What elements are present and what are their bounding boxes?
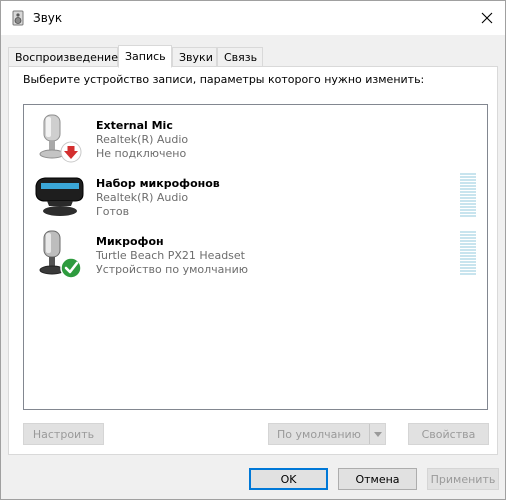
tab-panel-recording: Выберите устройство записи, параметры ко… bbox=[8, 66, 498, 455]
list-item[interactable]: Микрофон Turtle Beach PX21 Headset Устро… bbox=[24, 226, 487, 282]
cancel-button[interactable]: Отмена bbox=[338, 468, 417, 490]
device-status: Готов bbox=[96, 205, 130, 218]
device-driver: Realtek(R) Audio bbox=[96, 133, 189, 146]
apply-button[interactable]: Применить bbox=[427, 468, 499, 490]
device-name: Микрофон bbox=[96, 235, 164, 248]
device-status: Не подключено bbox=[96, 147, 187, 160]
properties-button[interactable]: Свойства bbox=[408, 423, 489, 445]
sound-dialog: Звук Воспроизведение Запись Звуки Связь … bbox=[0, 0, 506, 500]
list-item[interactable]: External Mic Realtek(R) Audio Не подключ… bbox=[24, 110, 487, 166]
level-meter bbox=[460, 173, 476, 217]
disconnected-arrow-icon bbox=[60, 141, 82, 163]
default-checkmark-icon bbox=[60, 257, 82, 279]
level-meter bbox=[460, 231, 476, 275]
ok-button[interactable]: OK bbox=[249, 468, 328, 490]
tab-sounds[interactable]: Звуки bbox=[172, 47, 217, 67]
tab-recording[interactable]: Запись bbox=[118, 45, 172, 68]
close-button[interactable] bbox=[469, 1, 505, 35]
chevron-down-icon bbox=[373, 431, 382, 437]
tab-playback[interactable]: Воспроизведение bbox=[8, 47, 118, 67]
tab-strip: Воспроизведение Запись Звуки Связь bbox=[8, 45, 498, 68]
microphone-icon bbox=[39, 230, 82, 279]
device-name: Набор микрофонов bbox=[96, 177, 220, 190]
title-bar: Звук bbox=[1, 1, 505, 35]
device-driver: Turtle Beach PX21 Headset bbox=[96, 249, 245, 262]
instruction-text: Выберите устройство записи, параметры ко… bbox=[23, 73, 425, 86]
device-name: External Mic bbox=[96, 119, 173, 132]
configure-button[interactable]: Настроить bbox=[23, 423, 104, 445]
device-status: Устройство по умолчанию bbox=[96, 263, 249, 276]
microphone-icon bbox=[39, 114, 82, 163]
window-title: Звук bbox=[33, 11, 63, 25]
set-default-dropdown[interactable] bbox=[369, 424, 385, 444]
set-default-label: По умолчанию bbox=[277, 427, 361, 441]
tab-communications[interactable]: Связь bbox=[217, 47, 263, 67]
device-driver: Realtek(R) Audio bbox=[96, 191, 189, 204]
close-icon bbox=[481, 12, 493, 24]
device-list[interactable]: External Mic Realtek(R) Audio Не подключ… bbox=[23, 104, 488, 410]
speaker-icon bbox=[12, 10, 24, 26]
microphone-array-icon bbox=[35, 177, 84, 216]
list-item[interactable]: Набор микрофонов Realtek(R) Audio Готов bbox=[24, 168, 487, 224]
set-default-button[interactable]: По умолчанию bbox=[268, 423, 386, 445]
